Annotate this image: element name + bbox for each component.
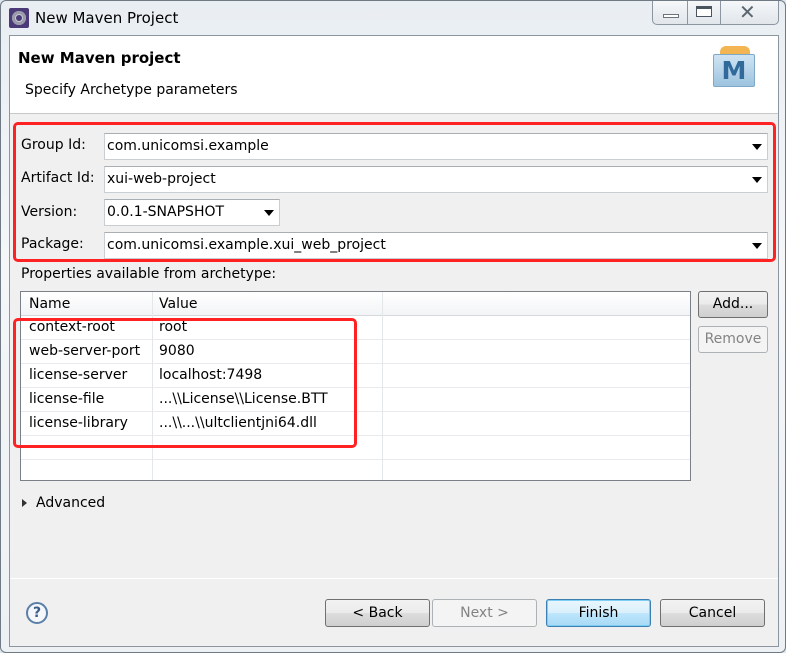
version-value: 0.0.1-SNAPSHOT — [107, 204, 225, 220]
version-label: Version: — [21, 204, 78, 220]
property-name: license-file — [29, 391, 105, 407]
dropdown-arrow-icon[interactable] — [752, 177, 762, 183]
window-controls: ✕ — [652, 0, 779, 25]
back-button[interactable]: < Back — [325, 599, 430, 627]
next-button[interactable]: Next > — [432, 599, 537, 627]
table-row-empty — [21, 460, 690, 480]
group-id-combo[interactable]: com.unicomsi.example — [104, 133, 768, 160]
dropdown-arrow-icon[interactable] — [752, 243, 762, 249]
version-select[interactable]: 0.0.1-SNAPSHOT — [104, 199, 280, 226]
artifact-id-label: Artifact Id: — [21, 170, 95, 186]
close-icon: ✕ — [739, 0, 756, 24]
maven-logo-icon: M — [710, 46, 756, 92]
property-value[interactable]: root — [159, 319, 187, 335]
properties-table[interactable]: Name Value context-root root web-server-… — [20, 291, 691, 481]
window-title: New Maven Project — [35, 9, 179, 27]
package-value: com.unicomsi.example.xui_web_project — [107, 237, 386, 253]
property-name: license-server — [29, 367, 128, 383]
artifact-id-value: xui-web-project — [107, 171, 216, 187]
dropdown-arrow-icon[interactable] — [264, 210, 274, 216]
table-header: Name Value — [21, 292, 690, 316]
wizard-title: New Maven project — [18, 49, 181, 67]
group-id-label: Group Id: — [21, 137, 86, 153]
group-id-value: com.unicomsi.example — [107, 138, 269, 154]
wizard-description: Specify Archetype parameters — [25, 82, 238, 98]
minimize-button[interactable] — [653, 1, 688, 24]
table-row[interactable]: license-library ...\\...\\ultclientjni64… — [21, 412, 690, 436]
finish-button[interactable]: Finish — [546, 599, 651, 627]
table-row[interactable]: license-file ...\\License\\License.BTT — [21, 388, 690, 412]
expand-triangle-icon — [22, 499, 27, 507]
close-button[interactable]: ✕ — [721, 0, 778, 24]
package-label: Package: — [21, 236, 84, 252]
package-combo[interactable]: com.unicomsi.example.xui_web_project — [104, 232, 768, 259]
maximize-button[interactable] — [688, 1, 721, 24]
cancel-button[interactable]: Cancel — [660, 599, 765, 627]
table-row-empty — [21, 436, 690, 460]
property-name: context-root — [29, 319, 115, 335]
wizard-header: New Maven project Specify Archetype para… — [10, 36, 778, 114]
column-header-value[interactable]: Value — [159, 296, 197, 312]
column-separator[interactable] — [152, 292, 153, 480]
table-row[interactable]: context-root root — [21, 316, 690, 340]
new-maven-project-dialog: New Maven Project ✕ New Maven project Sp… — [0, 0, 786, 653]
footer-divider — [10, 578, 778, 579]
property-name: license-library — [29, 415, 128, 431]
table-row[interactable]: web-server-port 9080 — [21, 340, 690, 364]
artifact-id-combo[interactable]: xui-web-project — [104, 166, 768, 193]
dropdown-arrow-icon[interactable] — [752, 144, 762, 150]
property-name: web-server-port — [29, 343, 141, 359]
column-header-name[interactable]: Name — [29, 296, 70, 312]
eclipse-app-icon — [9, 8, 29, 28]
add-property-button[interactable]: Add... — [698, 291, 768, 318]
property-value[interactable]: ...\\License\\License.BTT — [159, 391, 328, 407]
title-bar[interactable]: New Maven Project ✕ — [1, 0, 785, 35]
help-icon[interactable]: ? — [26, 602, 48, 624]
maximize-icon — [696, 6, 712, 17]
column-separator[interactable] — [382, 292, 383, 480]
property-value[interactable]: 9080 — [159, 343, 195, 359]
minimize-icon — [663, 14, 679, 18]
advanced-section-toggle[interactable]: Advanced — [22, 495, 105, 511]
properties-label: Properties available from archetype: — [21, 266, 277, 282]
dialog-client-area: New Maven project Specify Archetype para… — [9, 35, 779, 647]
remove-property-button[interactable]: Remove — [698, 326, 768, 353]
table-row[interactable]: license-server localhost:7498 — [21, 364, 690, 388]
property-value[interactable]: localhost:7498 — [159, 367, 262, 383]
property-value[interactable]: ...\\...\\ultclientjni64.dll — [159, 415, 317, 431]
advanced-label: Advanced — [36, 495, 106, 511]
